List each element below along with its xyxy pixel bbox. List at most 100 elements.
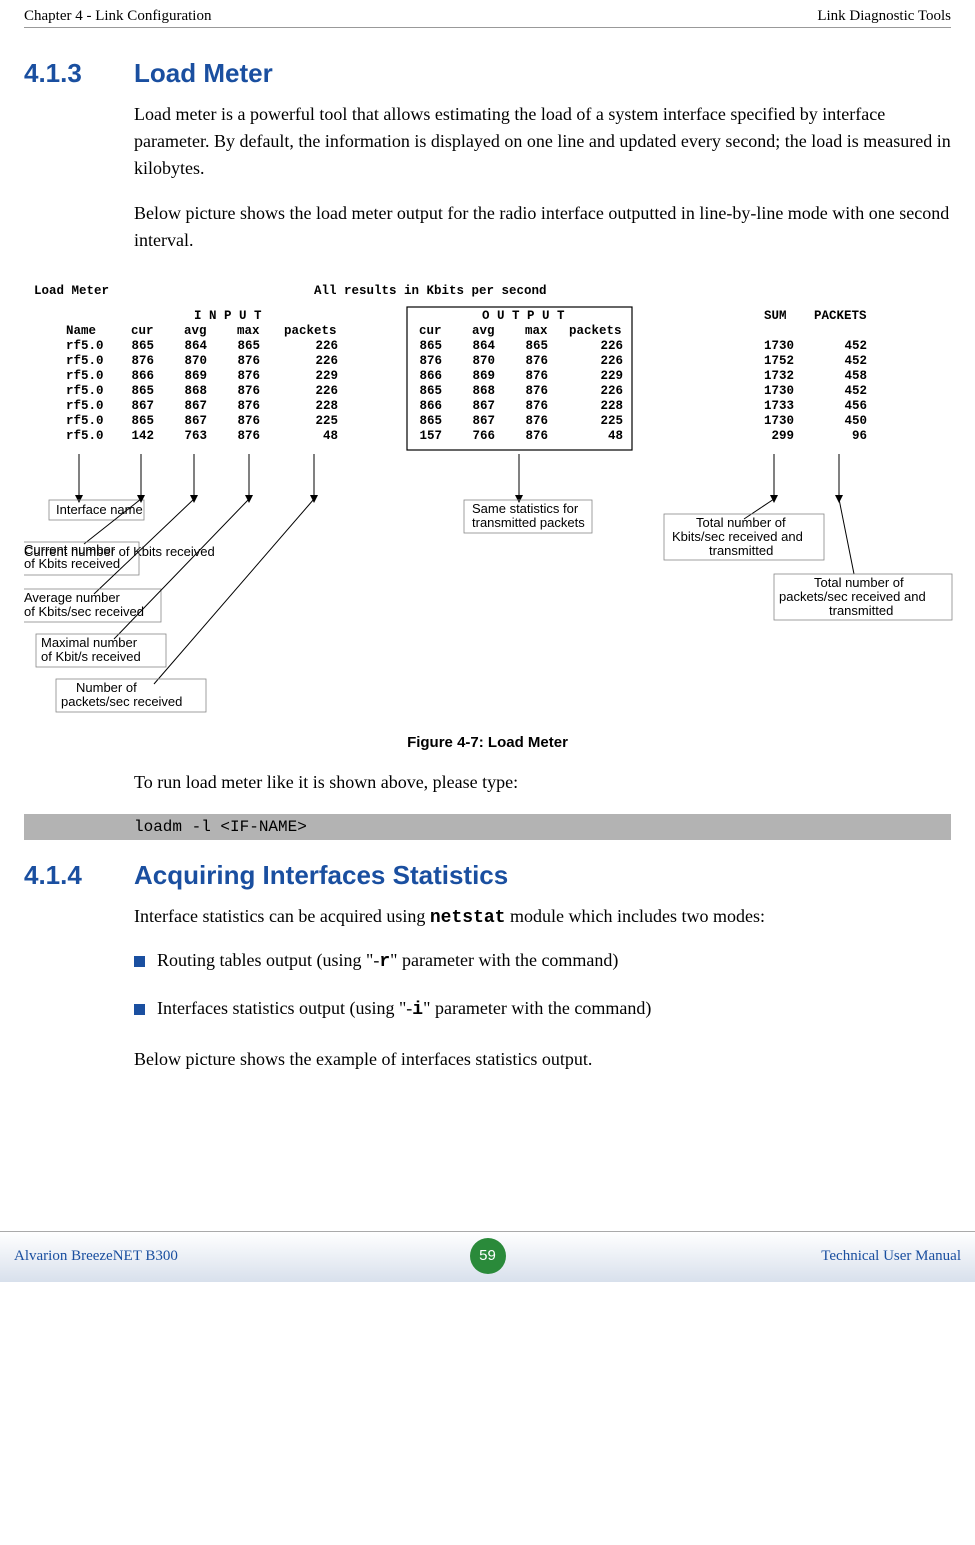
table-cell: 876	[237, 384, 260, 398]
table-cell: 452	[844, 354, 867, 368]
footer-product: Alvarion BreezeNET B300	[14, 1248, 470, 1265]
table-cell: rf5.0	[66, 399, 104, 413]
table-cell: 867	[472, 399, 495, 413]
table-cell: 876	[237, 369, 260, 383]
table-cell: 869	[472, 369, 495, 383]
table-cell: 866	[419, 399, 442, 413]
lm-col-packets2: packets	[569, 324, 622, 338]
table-cell: 876	[237, 399, 260, 413]
table-cell: 226	[315, 354, 338, 368]
table-cell: 865	[419, 384, 442, 398]
table-cell: 867	[184, 399, 207, 413]
table-cell: rf5.0	[66, 414, 104, 428]
page-footer: Alvarion BreezeNET B300 59 Technical Use…	[0, 1231, 975, 1282]
table-cell: 1730	[764, 414, 794, 428]
table-cell: 876	[419, 354, 442, 368]
table-cell: rf5.0	[66, 429, 104, 443]
table-cell: 876	[525, 414, 548, 428]
table-cell: 226	[600, 354, 623, 368]
lm-table-rows: rf5.0 865 864 865 226 865 864 865 226 1730 452 rf5.…	[66, 339, 867, 443]
section-413-heading: 4.1.3 Load Meter	[24, 58, 951, 89]
section-414-para1: Interface statistics can be acquired usi…	[134, 903, 951, 932]
page-header: Chapter 4 - Link Configuration Link Diag…	[24, 0, 951, 28]
lm-col-cur2: cur	[419, 324, 442, 338]
table-cell: 228	[600, 399, 623, 413]
table-cell: 142	[131, 429, 154, 443]
table-cell: 876	[237, 414, 260, 428]
table-cell: 226	[315, 339, 338, 353]
svg-text:Current numberof Kbits receive: Current numberof Kbits received	[24, 542, 120, 571]
lm-col-max2: max	[525, 324, 548, 338]
section-413-para2: Below picture shows the load meter outpu…	[134, 200, 951, 254]
lm-output-label: O U T P U T	[482, 309, 565, 323]
table-cell: 876	[525, 384, 548, 398]
footer-manual: Technical User Manual	[506, 1248, 962, 1265]
lm-input-label: I N P U T	[194, 309, 262, 323]
figure-4-7-caption: Figure 4-7: Load Meter	[24, 734, 951, 751]
table-cell: rf5.0	[66, 369, 104, 383]
lm-col-name: Name	[66, 324, 96, 338]
annot-max: Maximal numberof Kbit/s received	[41, 635, 141, 664]
table-cell: 865	[131, 414, 154, 428]
table-cell: 865	[131, 384, 154, 398]
table-cell: 225	[600, 414, 623, 428]
section-414-number: 4.1.4	[24, 860, 134, 891]
table-cell: 876	[237, 354, 260, 368]
annot-total-packets: Total number ofpackets/sec received andt…	[779, 575, 926, 618]
lm-packets2-label: PACKETS	[814, 309, 867, 323]
table-cell: 864	[472, 339, 495, 353]
table-cell: 865	[419, 414, 442, 428]
table-cell: 865	[131, 339, 154, 353]
lm-col-cur: cur	[131, 324, 154, 338]
table-cell: 876	[237, 429, 260, 443]
header-section: Link Diagnostic Tools	[817, 8, 951, 25]
table-cell: rf5.0	[66, 354, 104, 368]
table-cell: 763	[184, 429, 207, 443]
section-414-title: Acquiring Interfaces Statistics	[134, 860, 508, 891]
table-cell: 868	[184, 384, 207, 398]
annot-same: Same statistics fortransmitted packets	[472, 501, 585, 530]
table-cell: 226	[315, 384, 338, 398]
netstat-cmd: netstat	[430, 908, 506, 928]
section-414-para2: Below picture shows the example of inter…	[134, 1046, 951, 1073]
lm-sum-label: SUM	[764, 309, 787, 323]
table-cell: 870	[472, 354, 495, 368]
table-cell: 865	[237, 339, 260, 353]
table-cell: 96	[852, 429, 867, 443]
load-meter-diagram: Load Meter All results in Kbits per seco…	[24, 274, 954, 724]
bullet-interfaces: Interfaces statistics output (using "-i"…	[134, 998, 951, 1020]
table-cell: 229	[600, 369, 623, 383]
table-cell: 876	[525, 399, 548, 413]
table-cell: 867	[184, 414, 207, 428]
table-cell: 452	[844, 339, 867, 353]
table-cell: 876	[131, 354, 154, 368]
table-cell: 868	[472, 384, 495, 398]
table-cell: 766	[472, 429, 495, 443]
section-413-title: Load Meter	[134, 58, 273, 89]
table-cell: 864	[184, 339, 207, 353]
table-cell: 1732	[764, 369, 794, 383]
bullet-icon	[134, 1004, 145, 1015]
table-cell: 48	[323, 429, 338, 443]
table-cell: 876	[525, 354, 548, 368]
lm-subtitle: All results in Kbits per second	[314, 284, 547, 298]
lm-col-packets: packets	[284, 324, 337, 338]
table-cell: 866	[131, 369, 154, 383]
table-cell: 867	[472, 414, 495, 428]
annot-iface: Interface name	[56, 502, 143, 517]
table-cell: 48	[608, 429, 623, 443]
table-cell: 1730	[764, 339, 794, 353]
table-cell: 450	[844, 414, 867, 428]
table-cell: 157	[419, 429, 442, 443]
table-cell: 226	[600, 339, 623, 353]
code-loadm: loadm -l <IF-NAME>	[24, 814, 951, 840]
table-cell: 870	[184, 354, 207, 368]
lm-col-avg2: avg	[472, 324, 495, 338]
table-cell: 1733	[764, 399, 794, 413]
bullet-icon	[134, 956, 145, 967]
header-chapter: Chapter 4 - Link Configuration	[24, 8, 211, 25]
lm-col-avg: avg	[184, 324, 207, 338]
table-cell: 866	[419, 369, 442, 383]
table-cell: 867	[131, 399, 154, 413]
table-cell: 452	[844, 384, 867, 398]
